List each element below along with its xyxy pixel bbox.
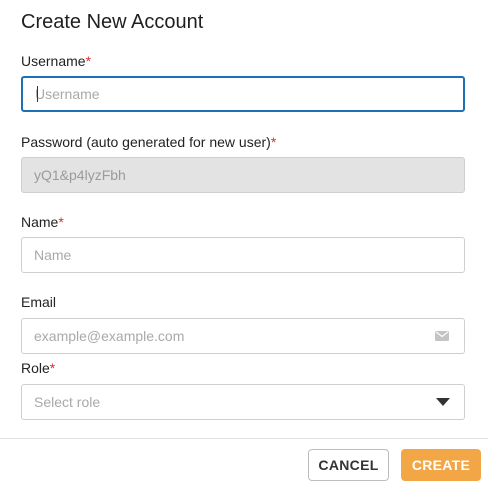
name-label: Name* (21, 214, 64, 230)
text-caret (37, 86, 38, 102)
password-input (22, 158, 464, 192)
password-field (21, 157, 465, 193)
role-label-text: Role (21, 360, 50, 376)
create-account-dialog: Create New Account Username* Password (a… (0, 0, 488, 487)
email-input[interactable] (22, 319, 464, 353)
password-label-text: Password (auto generated for new user) (21, 134, 271, 150)
dialog-title: Create New Account (21, 11, 204, 33)
email-label: Email (21, 294, 56, 310)
username-input[interactable] (23, 78, 463, 110)
role-select-placeholder: Select role (34, 394, 101, 410)
role-select[interactable]: Select role (21, 384, 465, 420)
username-label-text: Username (21, 53, 86, 69)
email-label-text: Email (21, 294, 57, 310)
required-marker: * (85, 53, 92, 69)
username-field[interactable] (21, 76, 465, 112)
name-field[interactable] (21, 237, 465, 273)
email-icon (435, 331, 449, 341)
create-button[interactable]: CREATE (401, 449, 481, 481)
username-label: Username* (21, 53, 91, 69)
email-field[interactable] (21, 318, 465, 354)
cancel-button[interactable]: CANCEL (308, 449, 389, 481)
required-marker: * (270, 134, 277, 150)
name-label-text: Name (21, 214, 59, 230)
role-label: Role* (21, 360, 55, 376)
chevron-down-icon[interactable] (436, 398, 450, 406)
required-marker: * (58, 214, 64, 230)
footer-divider (0, 438, 488, 439)
required-marker: * (49, 360, 56, 376)
password-label: Password (auto generated for new user)* (21, 134, 276, 150)
name-input[interactable] (22, 238, 464, 272)
